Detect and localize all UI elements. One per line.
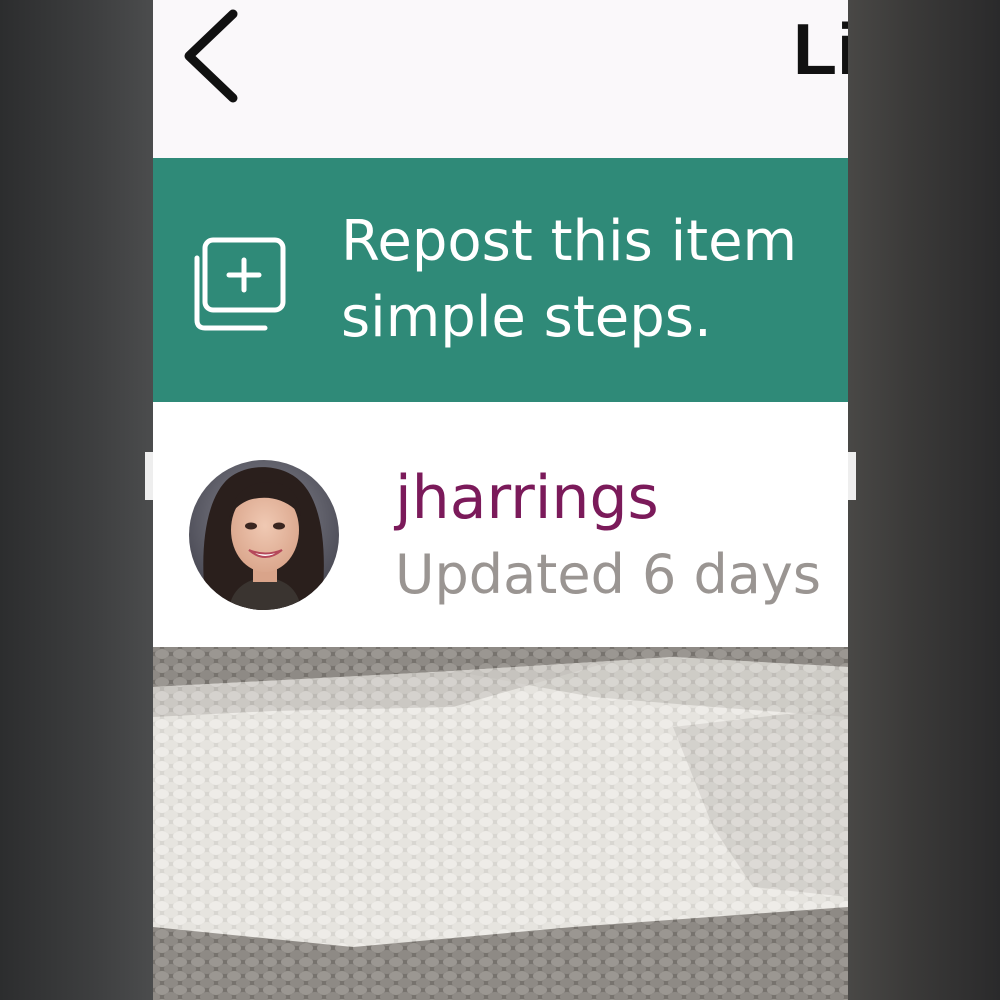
repost-banner-line1: Repost this item	[341, 209, 798, 274]
back-button[interactable]	[175, 8, 255, 104]
seller-avatar-photo	[189, 460, 339, 610]
chevron-left-icon	[184, 9, 238, 103]
repost-banner[interactable]: Repost this item simple steps.	[153, 158, 848, 402]
top-navigation-bar: Li	[153, 0, 848, 158]
repost-banner-line2: simple steps.	[341, 285, 712, 350]
background-right	[848, 0, 1000, 1000]
screen-edge-marker-left	[145, 452, 153, 500]
knit-textile-photo	[153, 647, 848, 1000]
page-title: Li	[793, 10, 848, 90]
avatar[interactable]	[189, 460, 339, 610]
seller-info-row: jharrings Updated 6 days	[153, 402, 848, 647]
screen-edge-marker-right	[848, 452, 856, 500]
app-screen: Li Repost this item simple steps. jharri…	[153, 0, 848, 1000]
seller-username[interactable]: jharrings	[395, 468, 659, 528]
listing-photo[interactable]	[153, 647, 848, 1000]
background-left	[0, 0, 153, 1000]
repost-add-icon	[194, 237, 286, 331]
listing-updated-time: Updated 6 days	[395, 543, 821, 606]
repost-banner-text: Repost this item simple steps.	[341, 204, 848, 356]
